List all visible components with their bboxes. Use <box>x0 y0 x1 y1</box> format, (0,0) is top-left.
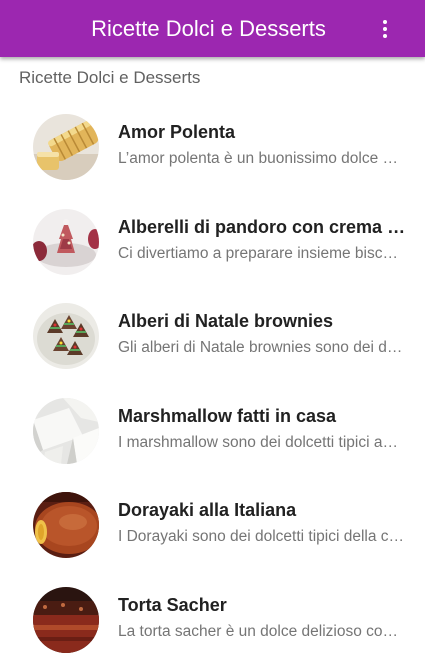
recipe-description: Ci divertiamo a preparare insieme biscot… <box>118 244 406 262</box>
app-title: Ricette Dolci e Desserts <box>91 16 326 41</box>
recipe-thumbnail <box>33 492 99 559</box>
recipe-thumbnail <box>33 303 99 370</box>
recipe-thumbnail <box>33 208 99 275</box>
recipe-description: Gli alberi di Natale brownies sono dei d… <box>118 339 406 357</box>
list-item[interactable]: Alberi di Natale brownies Gli alberi di … <box>0 282 425 377</box>
list-item[interactable]: Amor Polenta L’amor polenta è un buoniss… <box>0 93 425 188</box>
recipe-title: Dorayaki alla Italiana <box>118 500 297 521</box>
more-vert-icon[interactable] <box>373 17 397 41</box>
list-item[interactable]: Dorayaki alla Italiana I Dorayaki sono d… <box>0 471 425 566</box>
list-item[interactable]: Alberelli di pandoro con crema pasticcer… <box>0 188 425 283</box>
recipe-thumbnail <box>33 397 99 464</box>
recipe-title: Amor Polenta <box>118 122 236 142</box>
recipe-description: L’amor polenta è un buonissimo dolce del… <box>118 150 406 167</box>
recipe-title: Alberelli di pandoro con crema pasticcer… <box>118 216 408 237</box>
recipe-description: I Dorayaki sono dei dolcetti tipici dell… <box>118 528 406 546</box>
list-item[interactable]: Marshmallow fatti in casa I marshmallow … <box>0 377 425 472</box>
list-item[interactable]: Torta Sacher La torta sacher è un dolce … <box>0 566 425 661</box>
recipe-title: Alberi di Natale brownies <box>118 311 334 332</box>
recipe-description: I marshmallow sono dei dolcetti tipici a… <box>118 433 406 451</box>
app-bar: Ricette Dolci e Desserts <box>0 0 425 57</box>
recipe-list: Amor Polenta L’amor polenta è un buoniss… <box>0 93 425 661</box>
recipe-thumbnail <box>33 114 99 180</box>
recipe-title: Torta Sacher <box>118 594 227 615</box>
recipe-description: La torta sacher è un dolce delizioso con… <box>118 622 406 640</box>
recipe-thumbnail <box>33 586 99 653</box>
recipe-title: Marshmallow fatti in casa <box>118 405 337 426</box>
section-header: Ricette Dolci e Desserts <box>19 68 201 87</box>
